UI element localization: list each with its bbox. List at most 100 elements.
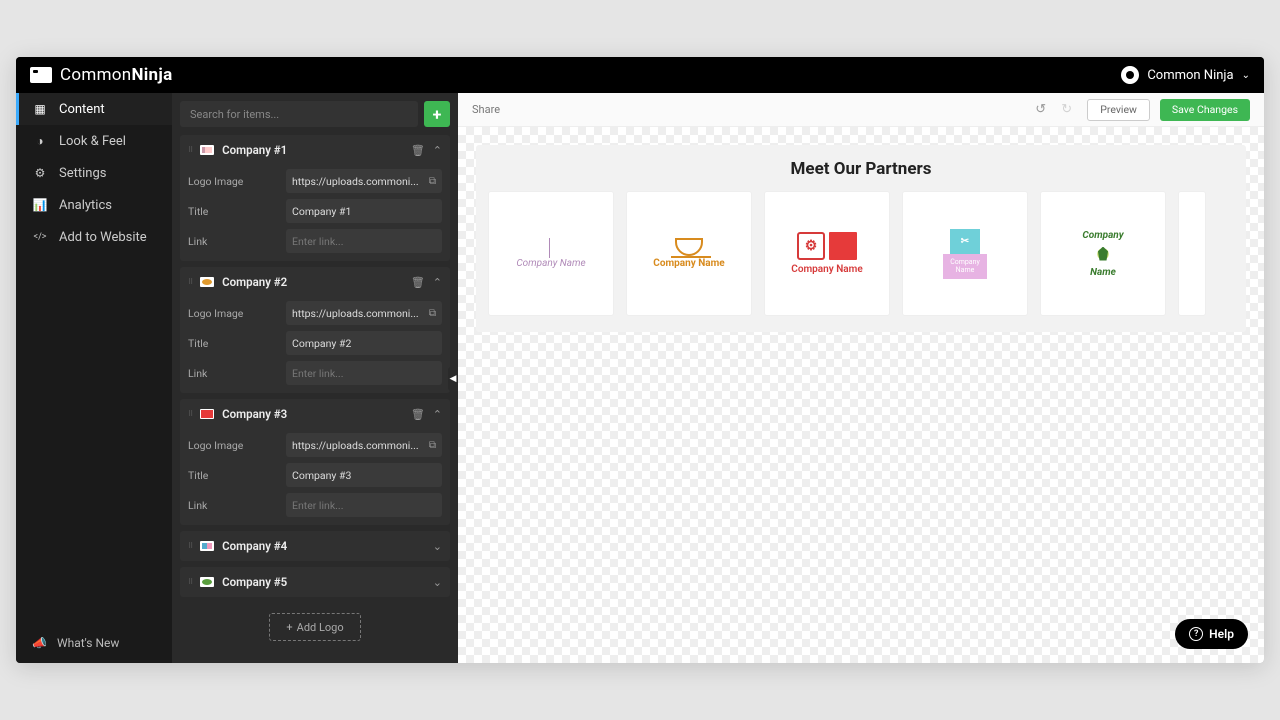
share-button[interactable]: Share [472, 103, 500, 116]
link-input[interactable] [292, 367, 436, 380]
item-thumb-icon [200, 577, 214, 587]
content-item-2: ⠿ Company #2 🗑⌃ Logo Imagehttps://upload… [180, 267, 450, 393]
item-title: Company #1 [222, 143, 403, 157]
chevron-up-icon[interactable]: ⌃ [433, 408, 442, 421]
drag-handle-icon[interactable]: ⠿ [188, 542, 192, 550]
drag-handle-icon[interactable]: ⠿ [188, 578, 192, 586]
whats-new-button[interactable]: 📣 What's New [16, 623, 172, 663]
plus-icon: + [286, 621, 292, 634]
upload-icon[interactable]: ⧉ [429, 308, 436, 319]
widget-title: Meet Our Partners [488, 159, 1234, 179]
content-pane: + ⠿ Company #1 🗑 ⌃ Logo Image https://upl… [172, 93, 458, 663]
item-thumb-icon [200, 409, 214, 419]
title-input[interactable]: Company #2 [292, 337, 436, 350]
preview-pane: ◀ Share ↺ ↻ Preview Save Changes Meet Ou… [458, 93, 1264, 663]
content-item-5: ⠿ Company #5 ⌄ [180, 567, 450, 597]
preview-toolbar: Share ↺ ↻ Preview Save Changes [458, 93, 1264, 127]
main: ▦ Content ◑ Look & Feel ⚙ Settings 📊 Ana… [16, 93, 1264, 663]
item-thumb-icon [200, 277, 214, 287]
add-item-button[interactable]: + [424, 101, 450, 127]
sidebar-item-settings[interactable]: ⚙ Settings [16, 157, 172, 189]
link-input[interactable] [292, 235, 436, 248]
chevron-up-icon[interactable]: ⌃ [433, 276, 442, 289]
avatar-icon [1121, 66, 1139, 84]
field-label-logo: Logo Image [188, 439, 278, 452]
account-menu[interactable]: Common Ninja ⌄ [1121, 66, 1250, 84]
add-logo-label: Add Logo [297, 621, 344, 634]
drag-handle-icon[interactable]: ⠿ [188, 278, 192, 286]
chevron-down-icon[interactable]: ⌄ [433, 540, 442, 553]
logo-strip: Company Name Company Name ⚙Company Name … [488, 191, 1234, 316]
item-thumb-icon [200, 145, 214, 155]
sidebar: ▦ Content ◑ Look & Feel ⚙ Settings 📊 Ana… [16, 93, 172, 663]
help-icon: ? [1189, 627, 1203, 641]
nav-label: Settings [59, 166, 106, 181]
logo-url-input[interactable]: https://uploads.commoni... [292, 439, 429, 452]
brand-text: CommonNinja [60, 65, 173, 85]
item-header[interactable]: ⠿ Company #3 🗑 ⌃ [180, 399, 450, 429]
title-input[interactable]: Company #3 [292, 469, 436, 482]
chevron-down-icon[interactable]: ⌄ [433, 576, 442, 589]
item-header[interactable]: ⠿ Company #5 ⌄ [180, 567, 450, 597]
preview-button[interactable]: Preview [1087, 99, 1150, 121]
search-row: + [180, 101, 450, 127]
drag-handle-icon[interactable]: ⠿ [188, 146, 192, 154]
sidebar-item-look-feel[interactable]: ◑ Look & Feel [16, 125, 172, 157]
delete-icon[interactable]: 🗑 [411, 276, 425, 289]
content-item-4: ⠿ Company #4 ⌄ [180, 531, 450, 561]
top-bar: CommonNinja Common Ninja ⌄ [16, 57, 1264, 93]
undo-icon[interactable]: ↺ [1035, 102, 1051, 118]
help-label: Help [1209, 627, 1234, 641]
item-title: Company #4 [222, 539, 425, 553]
add-logo-button[interactable]: + Add Logo [269, 613, 360, 641]
logo-showcase-widget: Meet Our Partners Company Name Company N… [476, 145, 1246, 332]
preview-canvas: Meet Our Partners Company Name Company N… [458, 127, 1264, 663]
delete-icon[interactable]: 🗑 [411, 144, 425, 157]
logo-card-partial [1178, 191, 1206, 316]
brand: CommonNinja [30, 65, 173, 85]
field-label-title: Title [188, 337, 278, 350]
gear-icon: ⚙ [33, 166, 47, 180]
upload-icon[interactable]: ⧉ [429, 176, 436, 187]
chevron-down-icon: ⌄ [1242, 70, 1250, 81]
item-title: Company #2 [222, 275, 403, 289]
nav-label: Add to Website [59, 230, 147, 245]
upload-icon[interactable]: ⧉ [429, 440, 436, 451]
nav-label: Look & Feel [59, 134, 126, 149]
nav-list: ▦ Content ◑ Look & Feel ⚙ Settings 📊 Ana… [16, 93, 172, 623]
logo-url-input[interactable]: https://uploads.commoni... [292, 307, 429, 320]
item-header[interactable]: ⠿ Company #1 🗑 ⌃ [180, 135, 450, 165]
search-input[interactable] [180, 101, 418, 127]
app-window: CommonNinja Common Ninja ⌄ ▦ Content ◑ L… [16, 57, 1264, 663]
content-item-3: ⠿ Company #3 🗑 ⌃ Logo Image https://upload… [180, 399, 450, 525]
redo-icon: ↻ [1061, 102, 1077, 118]
collapse-panel-button[interactable]: ◀ [448, 367, 458, 391]
item-header[interactable]: ⠿ Company #2 🗑 ⌃ [180, 267, 450, 297]
field-label-link: Link [188, 499, 278, 512]
save-changes-button[interactable]: Save Changes [1160, 99, 1250, 121]
link-input[interactable] [292, 499, 436, 512]
megaphone-icon: 📣 [32, 636, 47, 650]
sidebar-item-add-to-website[interactable]: </> Add to Website [16, 221, 172, 253]
logo-card: ✂Company Name [902, 191, 1028, 316]
help-button[interactable]: ? Help [1175, 619, 1248, 649]
chevron-up-icon[interactable]: ⌃ [433, 144, 442, 157]
logo-url-input[interactable]: https://uploads.commoni... [292, 175, 429, 188]
item-header[interactable]: ⠿ Company #4 ⌄ [180, 531, 450, 561]
sidebar-item-analytics[interactable]: 📊 Analytics [16, 189, 172, 221]
drag-handle-icon[interactable]: ⠿ [188, 410, 192, 418]
sidebar-item-content[interactable]: ▦ Content [16, 93, 172, 125]
palette-icon: ◑ [33, 134, 47, 148]
nav-label: Analytics [59, 198, 112, 213]
title-input[interactable]: Company #1 [292, 205, 436, 218]
logo-card: CompanyName [1040, 191, 1166, 316]
field-label-logo: Logo Image [188, 175, 278, 188]
delete-icon[interactable]: 🗑 [411, 408, 425, 421]
item-title: Company #5 [222, 575, 425, 589]
content-item-1: ⠿ Company #1 🗑 ⌃ Logo Image https://uploa… [180, 135, 450, 261]
code-icon: </> [33, 232, 47, 242]
item-title: Company #3 [222, 407, 403, 421]
field-label-title: Title [188, 205, 278, 218]
item-thumb-icon [200, 541, 214, 551]
logo-card: ⚙Company Name [764, 191, 890, 316]
